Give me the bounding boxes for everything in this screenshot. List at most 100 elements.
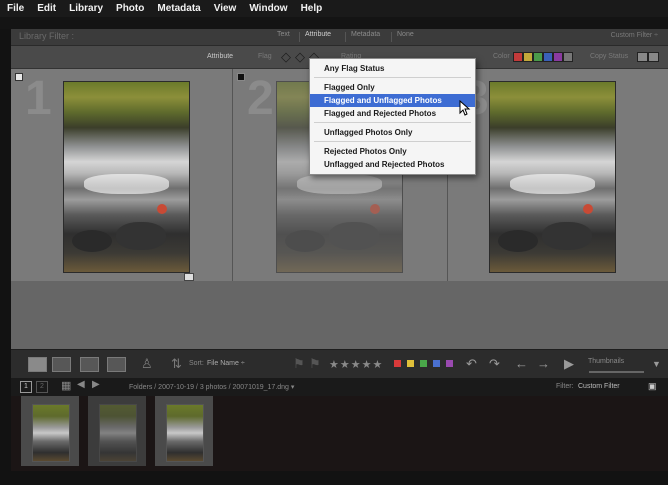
survey-view-button[interactable] xyxy=(107,357,126,372)
color-filter-blue[interactable] xyxy=(543,52,553,62)
grid-cell[interactable]: 1 xyxy=(11,69,233,281)
flag-icon[interactable]: ⚑ xyxy=(293,356,305,372)
sort-direction-icon[interactable]: ⇅ xyxy=(171,356,182,372)
grid-view-button[interactable] xyxy=(28,357,47,372)
tab-divider xyxy=(391,32,392,42)
color-filter-purple[interactable] xyxy=(553,52,563,62)
grid-cell[interactable]: 3 xyxy=(448,69,668,281)
bottom-panel-edge xyxy=(0,471,668,485)
page-1-button[interactable]: 1 xyxy=(20,381,32,393)
waterfall-foam xyxy=(510,174,595,194)
mouse-cursor-icon xyxy=(459,100,471,116)
filmstrip-cell[interactable] xyxy=(155,396,213,466)
reject-flag-icon[interactable]: ⚑ xyxy=(309,356,321,372)
menu-bar: File Edit Library Photo Metadata View Wi… xyxy=(0,0,668,17)
filter-label: Filter: xyxy=(556,383,574,390)
tab-none[interactable]: None xyxy=(397,31,414,38)
forward-arrow-icon[interactable]: ▶ xyxy=(92,379,100,390)
rotate-left-icon[interactable]: ↶ xyxy=(466,356,477,372)
menu-view[interactable]: View xyxy=(207,3,243,14)
menu-item-rejected-only[interactable]: Rejected Photos Only xyxy=(310,145,475,158)
compare-view-button[interactable] xyxy=(80,357,99,372)
sort-select[interactable]: File Name ÷ xyxy=(207,360,245,367)
thumbnails-label: Thumbnails xyxy=(588,358,625,365)
menu-item-any-flag-status[interactable]: Any Flag Status xyxy=(310,62,475,75)
photo-thumbnail[interactable] xyxy=(63,81,190,273)
color-filter-green[interactable] xyxy=(533,52,543,62)
color-filter-red[interactable] xyxy=(513,52,523,62)
color-filter-other[interactable] xyxy=(563,52,573,62)
filmstrip-thumbnail[interactable] xyxy=(32,404,70,462)
menu-item-flagged-and-unflagged[interactable]: Flagged and Unflagged Photos xyxy=(310,94,475,107)
rock xyxy=(72,230,112,252)
painter-icon[interactable]: ♙ xyxy=(141,356,153,372)
loupe-view-button[interactable] xyxy=(52,357,71,372)
menu-library[interactable]: Library xyxy=(62,3,109,14)
sort-label: Sort: xyxy=(189,360,204,367)
filmstrip-thumbnail[interactable] xyxy=(166,404,204,462)
tab-metadata[interactable]: Metadata xyxy=(351,31,380,38)
custom-filter-select[interactable]: Custom Filter ÷ xyxy=(611,32,658,39)
menu-separator xyxy=(314,141,471,142)
label-yellow[interactable] xyxy=(407,360,414,367)
menu-separator xyxy=(314,77,471,78)
tab-text[interactable]: Text xyxy=(277,31,290,38)
filter-select[interactable]: Custom Filter xyxy=(578,383,620,390)
red-leaf xyxy=(157,204,167,214)
thumbnail-size-slider[interactable] xyxy=(589,371,644,373)
rock xyxy=(329,222,379,250)
grid-icon[interactable]: ▦ xyxy=(61,379,71,392)
menu-separator xyxy=(314,122,471,123)
filmstrip-path[interactable]: Folders / 2007-10-19 / 3 photos / 200710… xyxy=(129,383,294,391)
rating-stars[interactable]: ★★★★★ xyxy=(329,358,383,371)
filmstrip-thumbnail[interactable] xyxy=(99,404,137,462)
menu-edit[interactable]: Edit xyxy=(30,3,62,14)
rock xyxy=(285,230,325,252)
filmstrip-cell[interactable] xyxy=(21,396,79,466)
color-label: Color xyxy=(493,53,510,60)
photo-thumbnail[interactable] xyxy=(489,81,616,273)
tab-attribute[interactable]: Attribute xyxy=(305,31,331,38)
filmstrip xyxy=(11,396,668,471)
toolbar-menu-chevron-icon[interactable]: ▼ xyxy=(652,359,661,369)
flag-label: Flag xyxy=(258,53,272,60)
red-leaf xyxy=(583,204,593,214)
slideshow-play-icon[interactable]: ▶ xyxy=(564,356,574,372)
menu-photo[interactable]: Photo xyxy=(109,3,150,14)
library-filter-title: Library Filter : xyxy=(19,31,75,41)
rotate-right-icon[interactable]: ↷ xyxy=(489,356,500,372)
menu-metadata[interactable]: Metadata xyxy=(150,3,206,14)
unflagged-filter-icon[interactable]: ◇ xyxy=(295,49,305,65)
cell-index: 2 xyxy=(247,72,274,125)
menu-item-flagged-only[interactable]: Flagged Only xyxy=(310,81,475,94)
label-green[interactable] xyxy=(420,360,427,367)
menu-item-unflagged-and-rejected[interactable]: Unflagged and Rejected Photos xyxy=(310,158,475,171)
waterfall-foam xyxy=(297,174,382,194)
filter-lock-icon[interactable]: ▣ xyxy=(648,381,657,392)
page-2-button[interactable]: 2 xyxy=(36,381,48,393)
flag-badge[interactable] xyxy=(15,73,23,81)
back-arrow-icon[interactable]: ◀ xyxy=(77,379,85,390)
menu-item-unflagged-only[interactable]: Unflagged Photos Only xyxy=(310,126,475,139)
next-arrow-icon[interactable]: → xyxy=(537,356,550,371)
filmstrip-cell[interactable] xyxy=(88,396,146,466)
menu-item-flagged-and-rejected[interactable]: Flagged and Rejected Photos xyxy=(310,107,475,120)
tab-divider xyxy=(299,32,300,42)
label-red[interactable] xyxy=(394,360,401,367)
menu-file[interactable]: File xyxy=(0,3,30,14)
menu-help[interactable]: Help xyxy=(294,3,329,14)
label-blue[interactable] xyxy=(433,360,440,367)
rotate-icon[interactable] xyxy=(184,273,194,281)
flag-filter-icon[interactable]: ◇ xyxy=(281,49,291,65)
previous-arrow-icon[interactable]: ← xyxy=(515,356,528,371)
copy-status-master[interactable] xyxy=(648,52,659,62)
copy-status-virtual[interactable] xyxy=(637,52,648,62)
label-purple[interactable] xyxy=(446,360,453,367)
color-filter-yellow[interactable] xyxy=(523,52,533,62)
tab-divider xyxy=(345,32,346,42)
library-toolbar: ♙ ⇅ Sort: File Name ÷ ⚑ ⚑ ★★★★★ ↶ ↷ ← → … xyxy=(11,349,668,378)
flag-badge[interactable] xyxy=(237,73,245,81)
cell-index: 1 xyxy=(25,72,52,125)
menu-window[interactable]: Window xyxy=(242,3,293,14)
waterfall-foam xyxy=(84,174,169,194)
